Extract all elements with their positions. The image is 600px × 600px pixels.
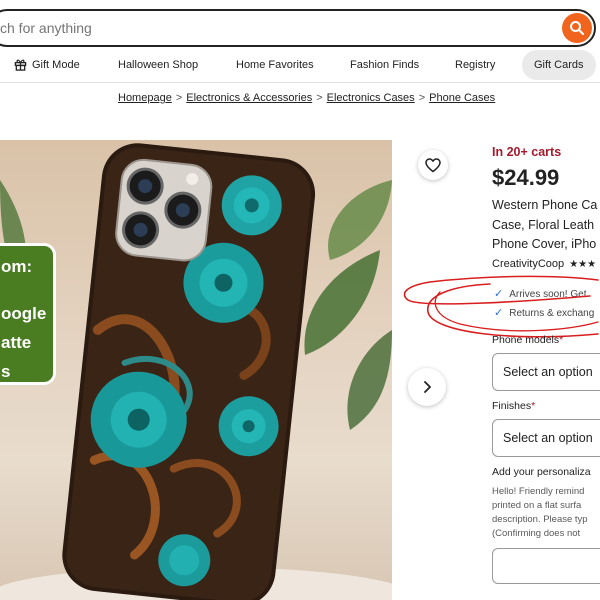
- nav-label-gift-mode: Gift Mode: [32, 59, 80, 71]
- chevron-right-icon: [424, 381, 431, 393]
- nav-item-halloween-shop[interactable]: Halloween Shop: [106, 50, 210, 80]
- rating-stars: ★★★: [569, 259, 597, 270]
- nav-item-gift-mode[interactable]: Gift Mode: [2, 50, 92, 80]
- in-carts-badge: In 20+ carts: [492, 145, 562, 159]
- finishes-select[interactable]: Select an option: [492, 419, 600, 457]
- category-nav: Gift Mode Halloween Shop Home Favorites …: [0, 50, 600, 80]
- favorite-button[interactable]: [418, 150, 448, 180]
- personalization-textarea[interactable]: [492, 548, 600, 584]
- nav-item-home-favorites[interactable]: Home Favorites: [224, 50, 326, 80]
- breadcrumb-separator: >: [418, 92, 426, 104]
- feature-returns: ✓ Returns & exchang: [494, 306, 594, 319]
- promo-line: om:: [1, 257, 33, 276]
- seller-info: CreativityCoop ★★★: [492, 258, 596, 270]
- feature-text: Returns & exchang: [509, 308, 595, 319]
- personalization-instructions-line: printed on a flat surfa: [492, 500, 582, 511]
- product-image[interactable]: om: oogle atte s: [0, 140, 392, 600]
- promo-overlay: om: oogle atte s: [0, 243, 56, 385]
- breadcrumb-electronics-accessories[interactable]: Electronics & Accessories: [186, 92, 312, 104]
- feature-text: Arrives soon! Get: [509, 289, 587, 300]
- promo-line: oogle: [1, 304, 47, 323]
- heart-icon: [425, 157, 441, 172]
- finishes-label-text: Finishes: [492, 400, 532, 412]
- checkmark-icon: ✓: [494, 307, 504, 319]
- next-image-button[interactable]: [408, 368, 446, 406]
- required-mark: *: [531, 400, 536, 412]
- breadcrumb-separator: >: [175, 92, 183, 104]
- required-mark: *: [559, 334, 564, 346]
- finishes-label: Finishes*: [492, 400, 535, 412]
- search-input[interactable]: [0, 11, 540, 45]
- phone-models-label: Phone models*: [492, 334, 563, 346]
- breadcrumb-separator: >: [316, 92, 323, 104]
- nav-item-gift-cards[interactable]: Gift Cards: [522, 50, 596, 80]
- personalization-instructions-line: (Confirming does not: [492, 528, 581, 539]
- personalization-instructions-line: description. Please typ: [492, 514, 588, 525]
- price: $24.99: [492, 165, 560, 190]
- nav-item-fashion-finds[interactable]: Fashion Finds: [338, 50, 431, 80]
- personalization-label: Add your personaliza: [492, 466, 591, 478]
- promo-line: [1, 281, 53, 299]
- breadcrumb-phone-cases[interactable]: Phone Cases: [429, 92, 495, 104]
- feature-arrives-soon: ✓ Arrives soon! Get: [494, 287, 586, 300]
- breadcrumb: Homepage > Electronics & Accessories > Elect…: [118, 92, 495, 104]
- promo-line: atte: [1, 333, 32, 352]
- gift-icon: [14, 59, 27, 71]
- personalization-instructions-line: Hello! Friendly remind: [492, 486, 585, 497]
- listing-title-line: Western Phone Ca: [492, 198, 598, 212]
- listing-title-line: Case, Floral Leath: [492, 218, 595, 232]
- search-bar: [0, 9, 596, 47]
- search-button[interactable]: [562, 13, 592, 43]
- nav-divider: [0, 82, 600, 83]
- phone-models-select[interactable]: Select an option: [492, 353, 600, 391]
- listing-title-line: Phone Cover, iPho: [492, 237, 597, 251]
- phone-models-label-text: Phone models: [492, 334, 560, 346]
- checkmark-icon: ✓: [494, 288, 504, 300]
- breadcrumb-homepage[interactable]: Homepage: [118, 92, 172, 104]
- promo-line: s: [1, 362, 11, 381]
- seller-name[interactable]: CreativityCoop: [492, 258, 564, 270]
- nav-item-registry[interactable]: Registry: [443, 50, 507, 80]
- breadcrumb-electronics-cases[interactable]: Electronics Cases: [327, 92, 415, 104]
- search-icon: [570, 21, 585, 36]
- product-photo: [0, 143, 392, 600]
